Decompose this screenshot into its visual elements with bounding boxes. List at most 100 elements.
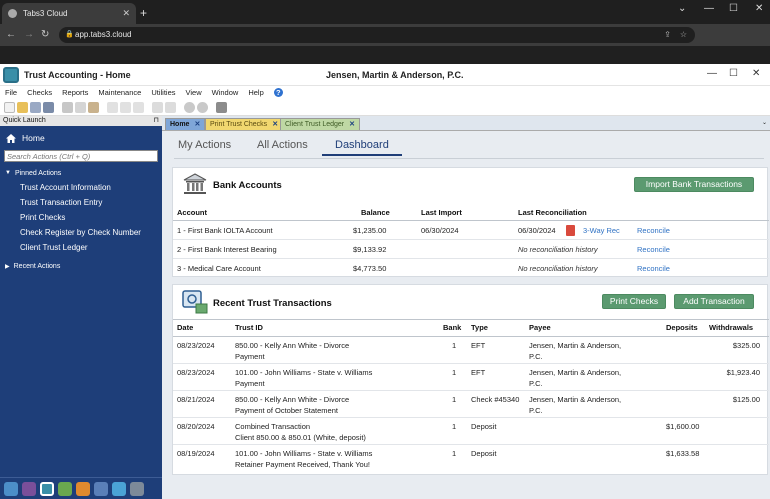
expand-icon: ▶ (5, 263, 10, 270)
reconcile-link[interactable]: Reconcile (637, 225, 670, 236)
table-row[interactable]: 08/23/2024 850.00 - Kelly Ann White - Di… (173, 337, 769, 364)
url-text: app.tabs3.cloud (75, 30, 132, 39)
menu-view[interactable]: View (186, 88, 202, 97)
new-icon[interactable] (4, 102, 15, 113)
forward-record-icon[interactable] (197, 102, 208, 113)
close-doc-tab-icon[interactable]: ✕ (349, 121, 355, 128)
add-transaction-button[interactable]: Add Transaction (674, 294, 754, 309)
menu-checks[interactable]: Checks (27, 88, 52, 97)
app-maximize-button[interactable]: ☐ (729, 68, 738, 79)
reports-module-icon[interactable] (76, 482, 90, 496)
doc-tab-print-label: Print Trust Checks (210, 121, 268, 128)
doc-tab-print-trust-checks[interactable]: Print Trust Checks ✕ (205, 118, 284, 130)
payee-line1: Jensen, Martin & Anderson, (529, 341, 622, 350)
app-minimize-button[interactable]: — (707, 68, 717, 79)
pdf-icon[interactable] (566, 225, 575, 236)
accounts-payable-module-icon[interactable] (58, 482, 72, 496)
back-icon[interactable]: ← (6, 29, 16, 40)
payee-line1: Jensen, Martin & Anderson, (529, 368, 622, 377)
home-nav-tabs: My Actions All Actions Dashboard (162, 131, 770, 158)
menu-maintenance[interactable]: Maintenance (98, 88, 141, 97)
trust-id-line1: Combined Transaction (235, 422, 311, 431)
three-way-rec-link[interactable]: 3-Way Rec (583, 225, 620, 236)
sidebar-item-client-trust-ledger[interactable]: Client Trust Ledger (0, 240, 162, 255)
tab-list-dropdown-icon[interactable]: ⌄ (762, 119, 767, 126)
col-bank: Bank (443, 323, 462, 332)
copy-icon[interactable] (75, 102, 86, 113)
table-row[interactable]: 2 - First Bank Interest Bearing $9,133.9… (173, 240, 769, 259)
search-actions-input[interactable]: Search Actions (Ctrl + Q) (4, 150, 158, 162)
menu-reports[interactable]: Reports (62, 88, 88, 97)
date-cell: 08/20/2024 (177, 422, 215, 431)
tab-my-actions[interactable]: My Actions (178, 139, 231, 151)
collapse-icon: ▼ (5, 170, 11, 176)
sidebar-item-trust-account-information[interactable]: Trust Account Information (0, 180, 162, 195)
sidebar-item-home[interactable]: Home (0, 129, 162, 147)
tab-dashboard[interactable]: Dashboard (322, 139, 402, 156)
sidebar-item-print-checks[interactable]: Print Checks (0, 210, 162, 225)
trust-module-icon[interactable] (40, 482, 54, 496)
bookmark-star-icon[interactable]: ☆ (680, 27, 687, 43)
col-balance: Balance (361, 208, 390, 217)
recent-actions-header[interactable]: ▶ Recent Actions (0, 261, 162, 271)
forward-icon[interactable]: → (24, 29, 34, 40)
underline-icon[interactable] (133, 102, 144, 113)
reconcile-link[interactable]: Reconcile (637, 263, 670, 274)
sidebar-item-trust-transaction-entry[interactable]: Trust Transaction Entry (0, 195, 162, 210)
calculator-icon[interactable] (216, 102, 227, 113)
tools-module-icon[interactable] (130, 482, 144, 496)
browser-tab[interactable]: Tabs3 Cloud ✕ (2, 3, 136, 24)
print-checks-button[interactable]: Print Checks (602, 294, 666, 309)
cut-icon[interactable] (62, 102, 73, 113)
table-row[interactable]: 1 - First Bank IOLTA Account $1,235.00 0… (173, 221, 769, 240)
import-bank-transactions-button[interactable]: Import Bank Transactions (634, 177, 754, 192)
new-tab-button[interactable]: + (140, 6, 147, 20)
type-cell: EFT (471, 368, 486, 377)
url-field[interactable]: 🔒 app.tabs3.cloud ⇪ ☆ (59, 27, 695, 43)
share-icon[interactable]: ⇪ (664, 27, 671, 43)
pin-icon[interactable]: ⊓ (154, 116, 159, 126)
menu-utilities[interactable]: Utilities (151, 88, 175, 97)
open-icon[interactable] (17, 102, 28, 113)
table-row[interactable]: 08/20/2024 Combined Transaction Client 8… (173, 418, 769, 445)
print-icon[interactable] (43, 102, 54, 113)
tabs3-module-icon[interactable] (4, 482, 18, 496)
browser-maximize-button[interactable]: ☐ (729, 3, 738, 14)
menu-file[interactable]: File (5, 88, 17, 97)
browser-minimize-button[interactable]: — (704, 3, 714, 14)
save-icon[interactable] (30, 102, 41, 113)
italic-icon[interactable] (120, 102, 131, 113)
table-row[interactable]: 3 - Medical Care Account $4,773.50 No re… (173, 259, 769, 277)
settings-module-icon[interactable] (112, 482, 126, 496)
close-doc-tab-icon[interactable]: ✕ (194, 121, 200, 128)
duplicate-icon[interactable] (165, 102, 176, 113)
doc-tab-home[interactable]: Home ✕ (165, 118, 206, 130)
browser-close-button[interactable]: ✕ (755, 3, 763, 14)
table-row[interactable]: 08/23/2024 101.00 - John Williams - Stat… (173, 364, 769, 391)
bold-icon[interactable] (107, 102, 118, 113)
date-cell: 08/23/2024 (177, 341, 215, 350)
practice-module-icon[interactable] (94, 482, 108, 496)
reconcile-link[interactable]: Reconcile (637, 244, 670, 255)
deposits-cell: $1,600.00 (666, 422, 700, 431)
pinned-actions-header[interactable]: ▼ Pinned Actions (0, 168, 162, 178)
help-icon[interactable]: ? (273, 88, 283, 97)
tab-search-icon[interactable]: ⌄ (678, 3, 686, 14)
menu-window[interactable]: Window (212, 88, 239, 97)
table-row[interactable]: 08/21/2024 850.00 - Kelly Ann White - Di… (173, 391, 769, 418)
general-ledger-module-icon[interactable] (22, 482, 36, 496)
reload-icon[interactable]: ↻ (41, 29, 49, 40)
app-close-button[interactable]: ✕ (752, 68, 760, 79)
paste-icon[interactable] (88, 102, 99, 113)
close-doc-tab-icon[interactable]: ✕ (272, 121, 278, 128)
table-row[interactable]: 08/19/2024 101.00 - John Williams - Stat… (173, 445, 769, 472)
doc-tab-client-trust-ledger[interactable]: Client Trust Ledger ✕ (280, 118, 361, 130)
account-cell: 1 - First Bank IOLTA Account (177, 226, 273, 235)
bank-cell: 1 (452, 449, 457, 458)
tab-all-actions[interactable]: All Actions (257, 139, 308, 151)
back-record-icon[interactable] (184, 102, 195, 113)
delete-icon[interactable] (152, 102, 163, 113)
sidebar-item-check-register[interactable]: Check Register by Check Number (0, 225, 162, 240)
menu-help[interactable]: Help (248, 88, 263, 97)
close-tab-icon[interactable]: ✕ (122, 8, 130, 19)
